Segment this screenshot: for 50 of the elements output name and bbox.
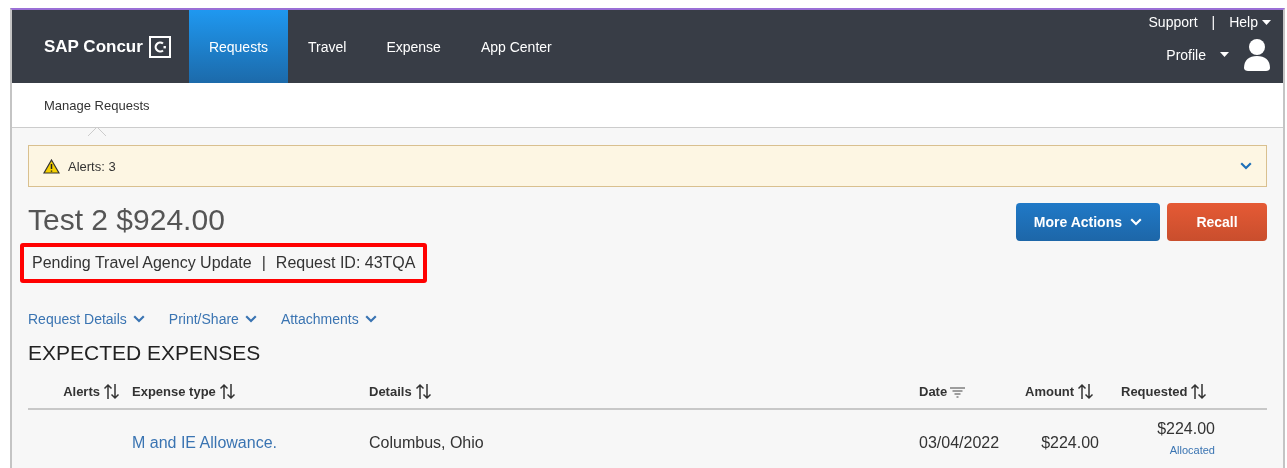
- column-header[interactable]: Requested: [1109, 383, 1267, 400]
- separator: |: [1211, 14, 1216, 30]
- caret-icon: [1220, 52, 1229, 57]
- separator: |: [261, 254, 266, 272]
- section-dropdown-link[interactable]: Print/Share: [168, 311, 257, 327]
- column-header[interactable]: Details: [357, 383, 907, 400]
- expense-type-link[interactable]: M and IE Allowance.: [120, 420, 357, 452]
- nav-tab[interactable]: Expense: [366, 10, 461, 83]
- column-header[interactable]: Alerts: [28, 383, 120, 400]
- warning-icon: [43, 158, 60, 174]
- section-title: EXPECTED EXPENSES: [28, 341, 262, 365]
- chevron-down-icon: [364, 315, 377, 323]
- table-cell-text: Columbus, Ohio: [368, 433, 485, 452]
- request-id: Request ID: 43TQA: [275, 254, 416, 272]
- sort-icon: [103, 383, 120, 400]
- profile-menu[interactable]: Profile: [1166, 46, 1229, 63]
- nav-tab[interactable]: Travel: [288, 10, 367, 83]
- chevron-down-icon: [132, 315, 145, 323]
- support-link[interactable]: Support: [1148, 14, 1198, 30]
- nav-tab[interactable]: Requests: [188, 10, 289, 83]
- table-cell-text: 03/04/2022: [918, 433, 1001, 452]
- request-status: Pending Travel Agency Update: [32, 254, 252, 272]
- sort-icon: [1077, 383, 1095, 400]
- column-header[interactable]: Date: [907, 383, 1013, 400]
- logo-icon: [148, 35, 171, 58]
- expand-button[interactable]: [1240, 162, 1252, 170]
- column-header[interactable]: Expense type: [120, 383, 357, 400]
- brand-name: SAP Concur: [44, 36, 143, 57]
- filter-icon: [950, 385, 966, 398]
- user-avatar-icon[interactable]: [1243, 38, 1271, 71]
- sort-icon: [414, 383, 432, 400]
- section-dropdown-link[interactable]: Attachments: [280, 311, 377, 327]
- sub-nav-tab[interactable]: Manage Requests: [44, 97, 150, 113]
- caret-icon: [1262, 19, 1271, 25]
- column-header[interactable]: Amount: [1013, 383, 1109, 400]
- chevron-down-icon: [244, 315, 257, 323]
- request-title: Test 2 $924.00: [28, 203, 226, 237]
- chevron-down-icon: [1130, 218, 1142, 226]
- recall-button[interactable]: Recall: [1167, 203, 1267, 241]
- table-cell: $224.00: [1157, 420, 1215, 438]
- section-dropdown-link[interactable]: Request Details: [28, 311, 145, 327]
- sort-icon: [218, 383, 236, 400]
- table-cell-text: $224.00: [1040, 433, 1100, 452]
- allocated-link[interactable]: Allocated: [1169, 444, 1215, 456]
- alert-text: Alerts: 3: [68, 158, 116, 174]
- more-actions-button[interactable]: More Actions: [1015, 203, 1160, 241]
- sort-icon: [1190, 383, 1208, 400]
- chevron-down-icon: [1240, 162, 1252, 170]
- help-link[interactable]: Help: [1229, 14, 1271, 30]
- nav-tab[interactable]: App Center: [460, 10, 572, 83]
